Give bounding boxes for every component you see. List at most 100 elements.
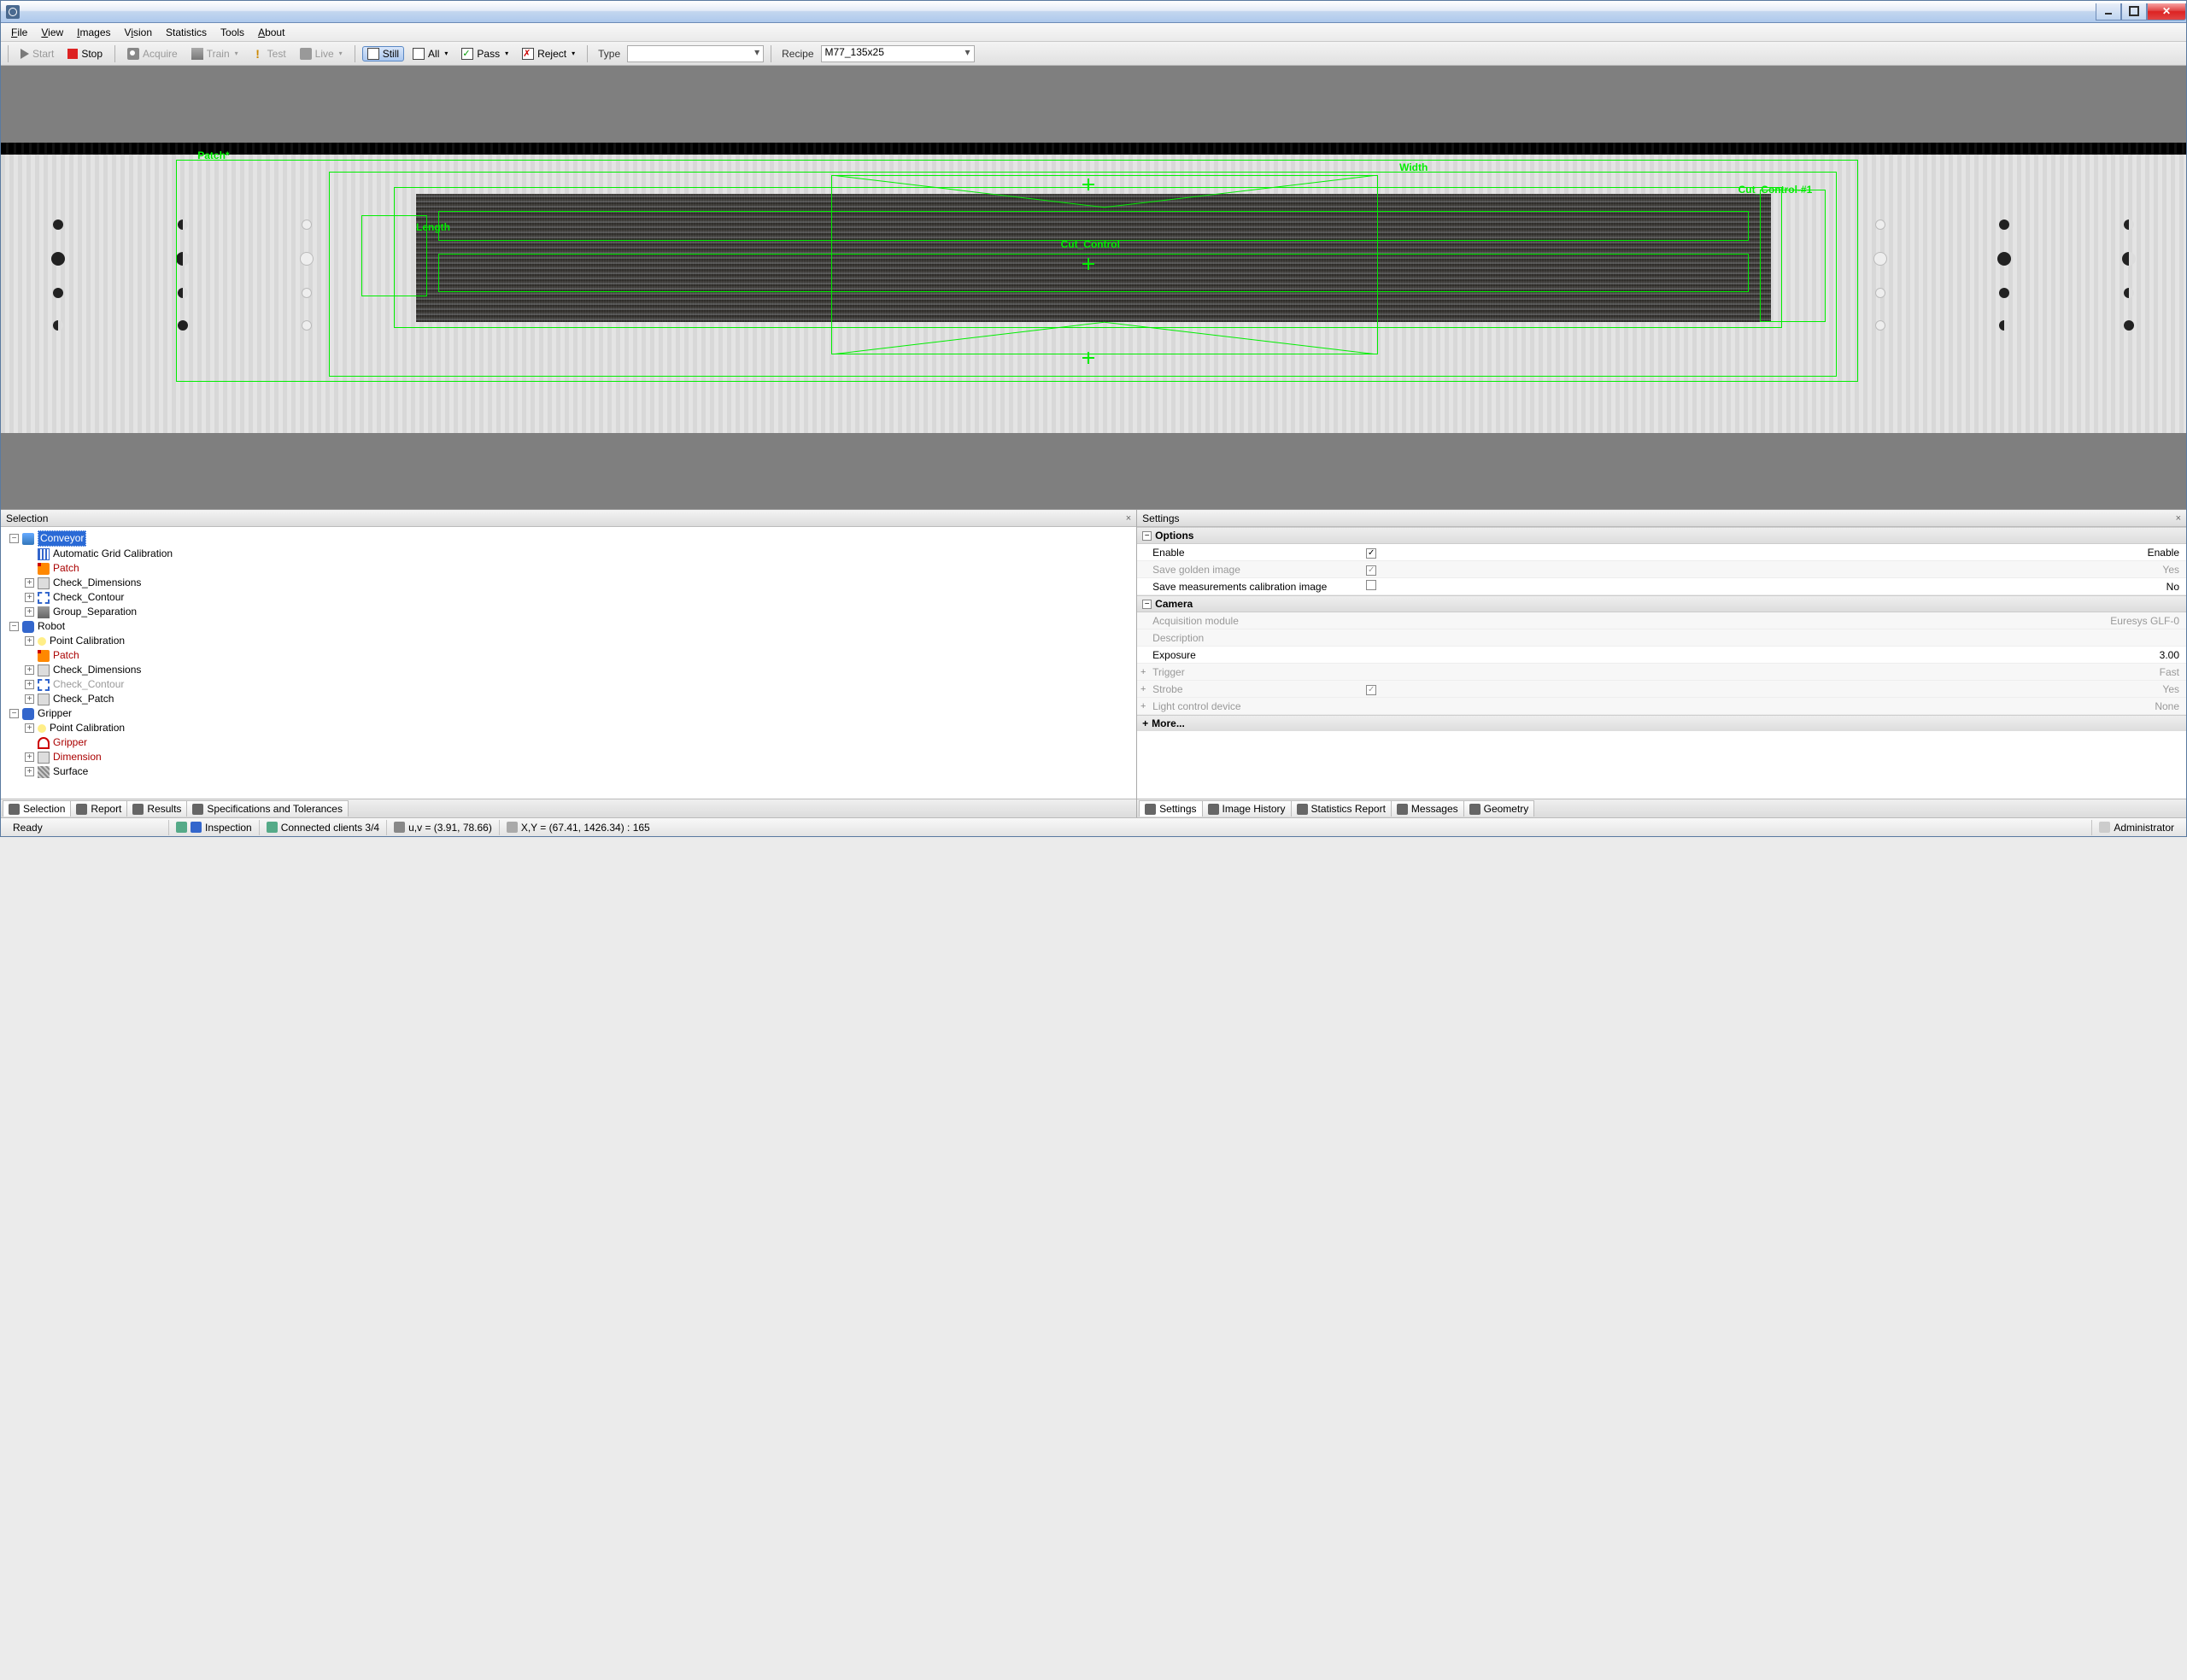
row-acquisition: Acquisition moduleEuresys GLF-0 bbox=[1137, 612, 2186, 629]
status-user: Administrator bbox=[2091, 820, 2181, 835]
selection-pane: Selection × −Conveyor Automatic Grid Cal… bbox=[1, 510, 1137, 817]
status-clients: Connected clients 3/4 bbox=[259, 820, 386, 835]
db-icon bbox=[191, 822, 202, 833]
acquire-button[interactable]: Acquire bbox=[122, 46, 183, 61]
statusbar: Ready Inspection Connected clients 3/4 u… bbox=[1, 817, 2186, 836]
type-combo[interactable] bbox=[627, 45, 764, 62]
selection-header: Selection × bbox=[1, 510, 1136, 527]
menu-statistics[interactable]: Statistics bbox=[159, 25, 214, 40]
results-icon bbox=[132, 804, 144, 815]
tree-surface[interactable]: +Surface bbox=[25, 764, 1131, 779]
train-icon bbox=[191, 48, 203, 60]
left-bottom-tabs: Selection Report Results Specifications … bbox=[1, 799, 1136, 817]
settings-grid: −Options Enable✓Enable Save golden image… bbox=[1137, 527, 2186, 731]
tree-check-dimensions-2[interactable]: +Check_Dimensions bbox=[25, 663, 1131, 677]
row-enable[interactable]: Enable✓Enable bbox=[1137, 544, 2186, 561]
stats-icon bbox=[1297, 804, 1308, 815]
still-button[interactable]: Still bbox=[362, 46, 404, 61]
overlay-right-cap[interactable] bbox=[1760, 190, 1826, 322]
row-exposure[interactable]: Exposure3.00 bbox=[1137, 647, 2186, 664]
pass-button[interactable]: Pass▾ bbox=[456, 46, 513, 61]
tree-dimension[interactable]: +Dimension bbox=[25, 750, 1131, 764]
stop-button[interactable]: Stop bbox=[62, 46, 108, 61]
tab-specs[interactable]: Specifications and Tolerances bbox=[186, 800, 349, 817]
stop-icon bbox=[67, 49, 78, 59]
row-strobe[interactable]: +Strobe✓Yes bbox=[1137, 681, 2186, 698]
menu-images[interactable]: Images bbox=[70, 25, 117, 40]
tab-messages[interactable]: Messages bbox=[1391, 800, 1464, 817]
tree-patch[interactable]: Patch bbox=[25, 561, 1131, 576]
xy-icon bbox=[507, 822, 518, 833]
tab-image-history[interactable]: Image History bbox=[1202, 800, 1292, 817]
bang-icon bbox=[252, 48, 264, 60]
tree-check-contour[interactable]: +Check_Contour bbox=[25, 590, 1131, 605]
pass-icon bbox=[461, 48, 473, 60]
caliper-diagonals bbox=[831, 175, 1378, 354]
tab-settings[interactable]: Settings bbox=[1139, 800, 1202, 817]
row-light-device[interactable]: +Light control deviceNone bbox=[1137, 698, 2186, 715]
settings-more[interactable]: +More... bbox=[1137, 715, 2186, 731]
right-bottom-tabs: Settings Image History Statistics Report… bbox=[1137, 799, 2186, 817]
recipe-label: Recipe bbox=[778, 48, 817, 60]
test-button[interactable]: Test bbox=[247, 46, 291, 61]
tree-check-dimensions[interactable]: +Check_Dimensions bbox=[25, 576, 1131, 590]
train-button[interactable]: Train▾ bbox=[186, 46, 243, 61]
maximize-button[interactable] bbox=[2121, 3, 2147, 20]
type-label: Type bbox=[595, 48, 624, 60]
menu-about[interactable]: About bbox=[251, 25, 291, 40]
all-button[interactable]: All▾ bbox=[407, 46, 453, 61]
image-viewport[interactable]: Patch* Width Cut_Control-#1 Length Cut_C… bbox=[1, 66, 2186, 510]
tree-point-calibration[interactable]: +Point Calibration bbox=[25, 634, 1131, 648]
tree-agc[interactable]: Automatic Grid Calibration bbox=[25, 547, 1131, 561]
start-button[interactable]: Start bbox=[15, 46, 59, 61]
overlay-left-cap[interactable] bbox=[361, 215, 427, 296]
settings-close-icon[interactable]: × bbox=[2176, 513, 2181, 524]
all-icon bbox=[413, 48, 425, 60]
camera-image: Patch* Width Cut_Control-#1 Length Cut_C… bbox=[1, 143, 2186, 433]
status-ready: Ready bbox=[6, 820, 168, 835]
selection-icon bbox=[9, 804, 20, 815]
live-icon bbox=[300, 48, 312, 60]
tree-gripper[interactable]: Gripper bbox=[25, 735, 1131, 750]
titlebar bbox=[1, 1, 2186, 23]
status-xy: X,Y = (67.41, 1426.34) : 165 bbox=[499, 820, 721, 835]
uv-icon bbox=[394, 822, 405, 833]
tab-report[interactable]: Report bbox=[70, 800, 127, 817]
status-uv: u,v = (3.91, 78.66) bbox=[386, 820, 499, 835]
menu-vision[interactable]: Vision bbox=[118, 25, 159, 40]
row-save-golden: Save golden image✓Yes bbox=[1137, 561, 2186, 578]
tab-results[interactable]: Results bbox=[126, 800, 187, 817]
category-options[interactable]: −Options bbox=[1137, 527, 2186, 544]
calibration-dots-right bbox=[1830, 220, 2179, 331]
settings-icon bbox=[1145, 804, 1156, 815]
recipe-combo[interactable]: M77_135x25 bbox=[821, 45, 975, 62]
minimize-button[interactable] bbox=[2096, 3, 2121, 20]
app-icon bbox=[6, 5, 20, 19]
tree-patch-2[interactable]: Patch bbox=[25, 648, 1131, 663]
reject-icon bbox=[522, 48, 534, 60]
category-camera[interactable]: −Camera bbox=[1137, 595, 2186, 612]
menu-tools[interactable]: Tools bbox=[214, 25, 251, 40]
tab-statistics-report[interactable]: Statistics Report bbox=[1291, 800, 1392, 817]
tree-group-separation[interactable]: +Group_Separation bbox=[25, 605, 1131, 619]
tree-conveyor[interactable]: −Conveyor bbox=[9, 530, 1131, 547]
report-icon bbox=[76, 804, 87, 815]
geometry-icon bbox=[1469, 804, 1480, 815]
tree-gripper-root[interactable]: −Gripper bbox=[9, 706, 1131, 721]
tab-geometry[interactable]: Geometry bbox=[1463, 800, 1535, 817]
row-trigger[interactable]: +TriggerFast bbox=[1137, 664, 2186, 681]
tree-check-contour-2[interactable]: +Check_Contour bbox=[25, 677, 1131, 692]
live-button[interactable]: Live▾ bbox=[295, 46, 348, 61]
tree-check-patch[interactable]: +Check_Patch bbox=[25, 692, 1131, 706]
specs-icon bbox=[192, 804, 203, 815]
reject-button[interactable]: Reject▾ bbox=[517, 46, 580, 61]
tree-point-calibration-2[interactable]: +Point Calibration bbox=[25, 721, 1131, 735]
close-button[interactable] bbox=[2147, 3, 2186, 20]
row-description: Description bbox=[1137, 629, 2186, 647]
menu-file[interactable]: File bbox=[4, 25, 34, 40]
menu-view[interactable]: View bbox=[34, 25, 70, 40]
tab-selection[interactable]: Selection bbox=[3, 800, 71, 817]
selection-close-icon[interactable]: × bbox=[1126, 513, 1131, 524]
row-save-meas[interactable]: Save measurements calibration imageNo bbox=[1137, 578, 2186, 595]
tree-robot[interactable]: −Robot bbox=[9, 619, 1131, 634]
